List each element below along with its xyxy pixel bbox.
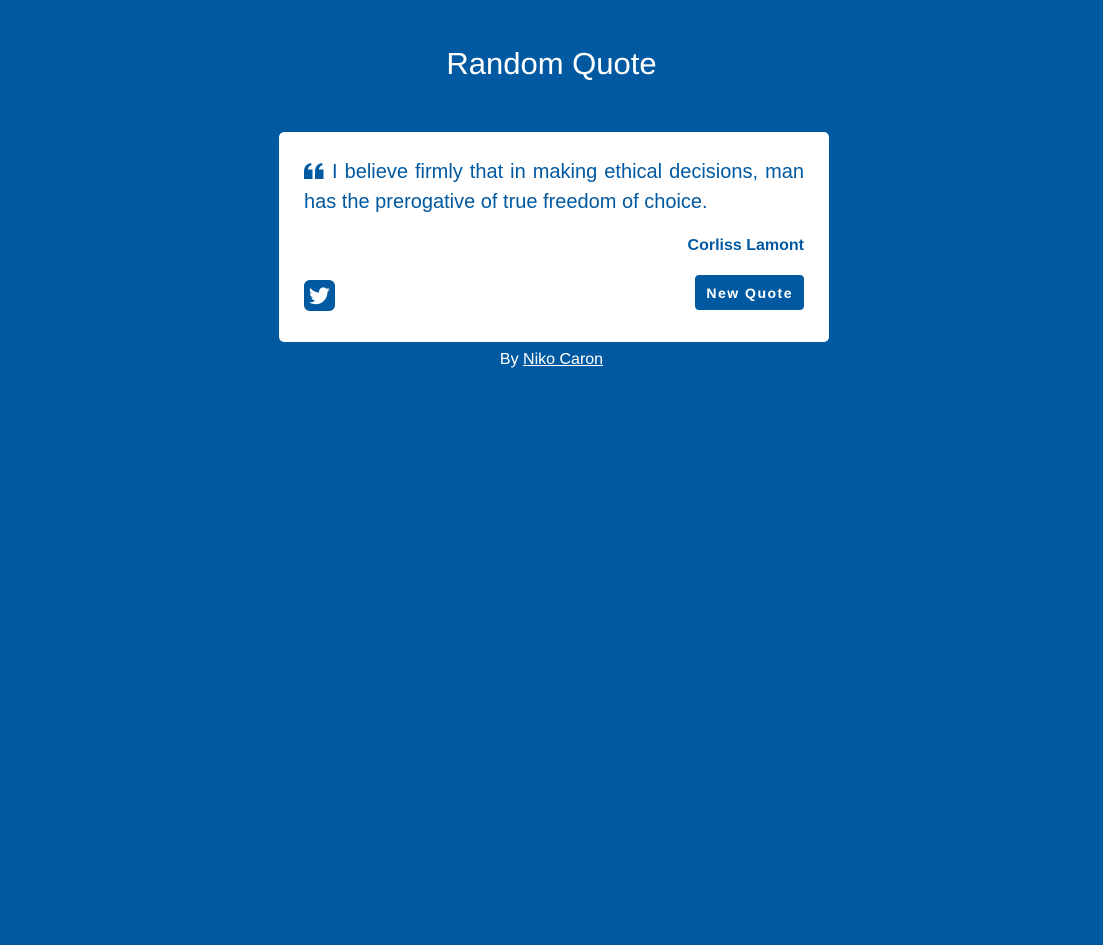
footer: By Niko Caron: [0, 350, 1103, 370]
quote-left-icon: [304, 158, 324, 179]
author-link[interactable]: Niko Caron: [523, 351, 603, 368]
quote-text-block: I believe firmly that in making ethical …: [304, 157, 804, 217]
quote-author: Corliss Lamont: [687, 237, 804, 254]
footer-prefix: By: [499, 351, 519, 368]
quote-text: I believe firmly that in making ethical …: [304, 161, 804, 213]
quote-card: I believe firmly that in making ethical …: [279, 132, 829, 342]
twitter-icon: [309, 286, 330, 304]
page-title: Random Quote: [446, 46, 657, 81]
tweet-button[interactable]: [304, 280, 335, 311]
new-quote-button[interactable]: New Quote: [695, 275, 804, 310]
